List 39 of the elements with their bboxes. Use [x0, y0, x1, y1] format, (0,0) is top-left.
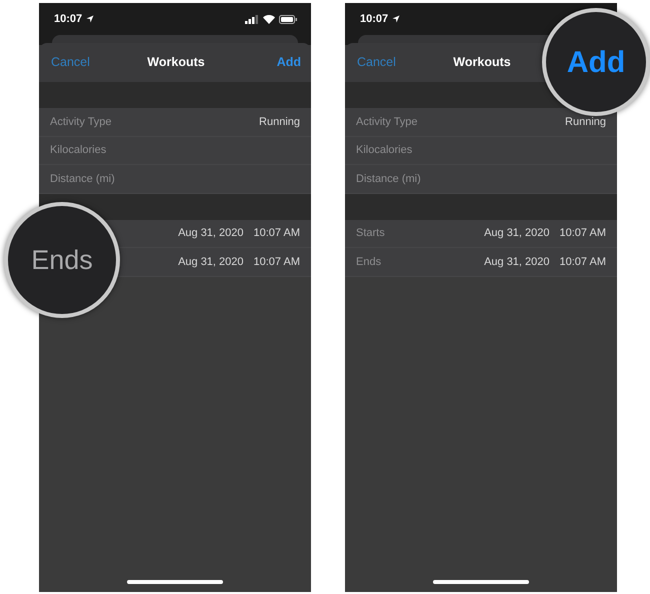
form-row[interactable]: Kilocalories: [39, 136, 311, 165]
form-row[interactable]: Ends Aug 31, 2020 10:07 AM: [345, 248, 617, 276]
form-row[interactable]: Activity Type Running: [345, 108, 617, 136]
battery-icon: [279, 14, 297, 24]
time-value: 10:07 AM: [254, 226, 300, 241]
nav-title: Workouts: [453, 54, 511, 72]
row-label: Kilocalories: [356, 143, 412, 158]
form-row[interactable]: Kilocalories: [345, 136, 617, 165]
row-label: Activity Type: [50, 114, 112, 130]
date-value: Aug 31, 2020: [484, 254, 550, 270]
nav-title: Workouts: [147, 54, 205, 72]
location-arrow-icon: [86, 15, 94, 23]
date-value: Aug 31, 2020: [484, 226, 550, 241]
location-arrow-icon: [392, 15, 400, 23]
form-row[interactable]: Starts Aug 31, 2020 10:07 AM: [345, 220, 617, 248]
row-label: Ends: [356, 254, 382, 270]
row-label: Kilocalories: [50, 143, 106, 158]
time-value: 10:07 AM: [560, 226, 606, 241]
signal-icon: [245, 14, 259, 24]
cancel-button[interactable]: Cancel: [357, 53, 396, 72]
time-value: 10:07 AM: [560, 254, 606, 270]
wifi-icon: [263, 14, 275, 24]
status-time: 10:07: [360, 12, 388, 27]
row-value: Running: [259, 114, 300, 130]
row-label: Distance (mi): [356, 172, 421, 186]
row-label: Activity Type: [356, 114, 418, 130]
date-value: Aug 31, 2020: [178, 226, 244, 241]
add-button[interactable]: Add: [276, 53, 302, 72]
magnified-label: Add: [566, 44, 626, 80]
row-label: Distance (mi): [50, 172, 115, 186]
time-value: 10:07 AM: [254, 254, 300, 270]
form-row[interactable]: Distance (mi): [39, 165, 311, 194]
row-value: Running: [565, 114, 606, 130]
row-label: Starts: [356, 226, 385, 241]
form-row[interactable]: Distance (mi): [345, 165, 617, 194]
status-time: 10:07: [54, 12, 82, 27]
form-row[interactable]: Activity Type Running: [39, 108, 311, 136]
cancel-button[interactable]: Cancel: [51, 53, 90, 72]
date-value: Aug 31, 2020: [178, 254, 244, 270]
